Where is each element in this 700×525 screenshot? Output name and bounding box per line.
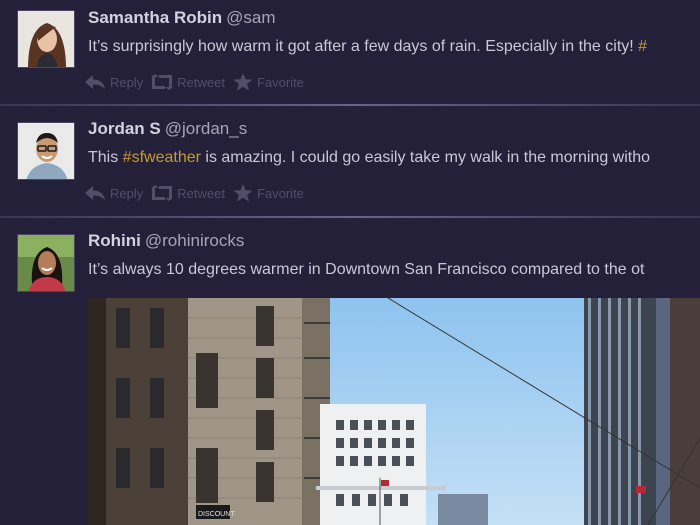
reply-icon bbox=[85, 186, 105, 200]
reply-icon bbox=[85, 75, 105, 89]
author-handle[interactable]: @rohinirocks bbox=[145, 231, 244, 250]
favorite-label: Favorite bbox=[256, 74, 304, 90]
author-name[interactable]: Rohini bbox=[88, 231, 141, 250]
tweet-text: It’s surprisingly how warm it got after … bbox=[88, 38, 647, 56]
reply-button[interactable]: Reply bbox=[84, 185, 143, 201]
tweet-actions: Reply Retweet Favorite bbox=[84, 73, 312, 91]
hashtag-link[interactable]: #sfweather bbox=[123, 149, 201, 166]
retweet-icon bbox=[151, 185, 174, 201]
avatar[interactable] bbox=[17, 122, 75, 180]
author-name[interactable]: Samantha Robin bbox=[88, 8, 222, 27]
tweet-jordan: Jordan S @jordan_s This #sfweather is ama… bbox=[0, 106, 700, 216]
author-name[interactable]: Jordan S bbox=[88, 119, 161, 138]
retweet-button[interactable]: Retweet bbox=[151, 74, 225, 90]
tweet-photo[interactable]: DISCOUNT bbox=[88, 298, 700, 525]
reply-label: Reply bbox=[110, 185, 144, 201]
hashtag-link[interactable]: # bbox=[638, 38, 647, 55]
tweet-text-part: is amazing. I could go easily take my wa… bbox=[200, 149, 651, 166]
star-icon bbox=[233, 73, 253, 91]
retweet-button[interactable]: Retweet bbox=[151, 185, 225, 201]
star-icon bbox=[233, 184, 253, 202]
avatar-jordan-image bbox=[18, 123, 74, 179]
avatar[interactable] bbox=[17, 234, 75, 292]
retweet-label: Retweet bbox=[177, 74, 225, 90]
author-handle[interactable]: @sam bbox=[226, 8, 275, 27]
favorite-button[interactable]: Favorite bbox=[233, 184, 304, 202]
favorite-button[interactable]: Favorite bbox=[233, 73, 304, 91]
favorite-label: Favorite bbox=[256, 185, 304, 201]
store-sign: DISCOUNT bbox=[198, 511, 235, 518]
avatar-rohini-image bbox=[18, 235, 74, 291]
tweet-actions: Reply Retweet Favorite bbox=[84, 184, 312, 202]
reply-label: Reply bbox=[110, 74, 144, 90]
reply-button[interactable]: Reply bbox=[84, 74, 143, 90]
tweet-text-part: This bbox=[88, 149, 123, 166]
tweet-text: This #sfweather is amazing. I could go e… bbox=[88, 149, 650, 167]
avatar[interactable] bbox=[17, 10, 75, 68]
tweet-text-part: It’s always 10 degrees warmer in Downtow… bbox=[88, 261, 645, 278]
tweet-samantha: Samantha Robin @sam It’s surprisingly how… bbox=[0, 0, 700, 105]
tweet-text-part: It’s surprisingly how warm it got after … bbox=[88, 38, 639, 55]
avatar-samantha-image bbox=[18, 11, 74, 67]
retweet-label: Retweet bbox=[177, 185, 225, 201]
city-street-image: DISCOUNT bbox=[88, 298, 700, 525]
author-handle[interactable]: @jordan_s bbox=[165, 119, 247, 138]
tweet-text: It’s always 10 degrees warmer in Downtow… bbox=[88, 261, 644, 279]
retweet-icon bbox=[151, 74, 174, 90]
